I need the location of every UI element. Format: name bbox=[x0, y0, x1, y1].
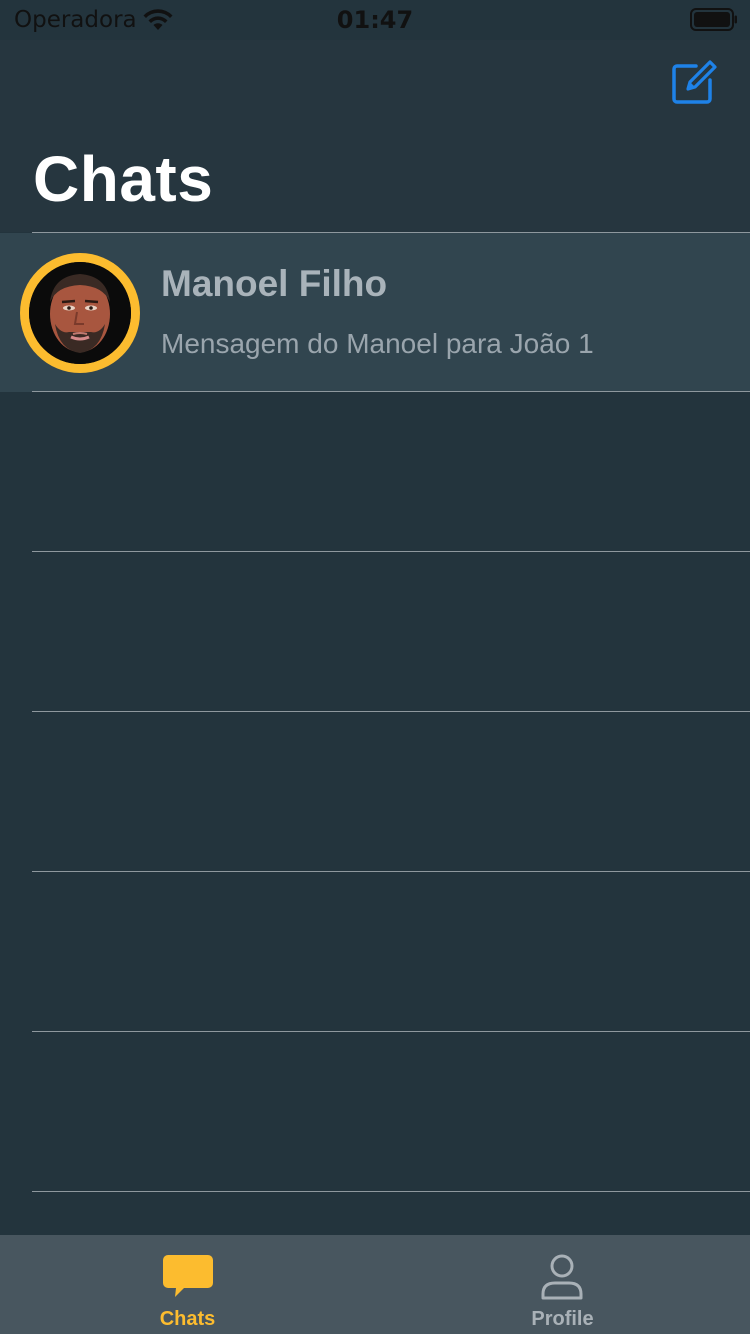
person-icon bbox=[541, 1254, 583, 1300]
tab-chats-label: Chats bbox=[159, 1308, 216, 1330]
list-separator bbox=[32, 391, 750, 392]
avatar-ring bbox=[20, 253, 140, 373]
chat-row[interactable]: Manoel Filho Mensagem do Manoel para Joã… bbox=[0, 233, 750, 392]
list-separator bbox=[32, 551, 750, 552]
avatar-face-image bbox=[29, 262, 131, 364]
chat-bubble-icon bbox=[163, 1255, 213, 1297]
avatar bbox=[29, 262, 131, 364]
tab-chats[interactable]: Chats bbox=[0, 1235, 375, 1334]
list-separator bbox=[32, 711, 750, 712]
list-separator bbox=[32, 1031, 750, 1032]
chat-contact-name: Manoel Filho bbox=[161, 263, 388, 304]
page-title: Chats bbox=[33, 143, 214, 215]
battery-icon bbox=[690, 8, 737, 31]
list-separator bbox=[32, 1191, 750, 1192]
tab-profile[interactable]: Profile bbox=[375, 1235, 750, 1334]
compose-icon bbox=[672, 60, 717, 104]
compose-button[interactable] bbox=[668, 58, 718, 108]
status-bar: Operadora 01:47 bbox=[0, 0, 750, 40]
navigation-bar: Chats bbox=[0, 40, 750, 232]
tab-profile-label: Profile bbox=[531, 1308, 594, 1330]
chat-last-message: Mensagem do Manoel para João 1 bbox=[161, 328, 594, 359]
clock-label: 01:47 bbox=[336, 6, 414, 34]
tab-bar: Chats Profile bbox=[0, 1235, 750, 1334]
list-separator bbox=[32, 871, 750, 872]
